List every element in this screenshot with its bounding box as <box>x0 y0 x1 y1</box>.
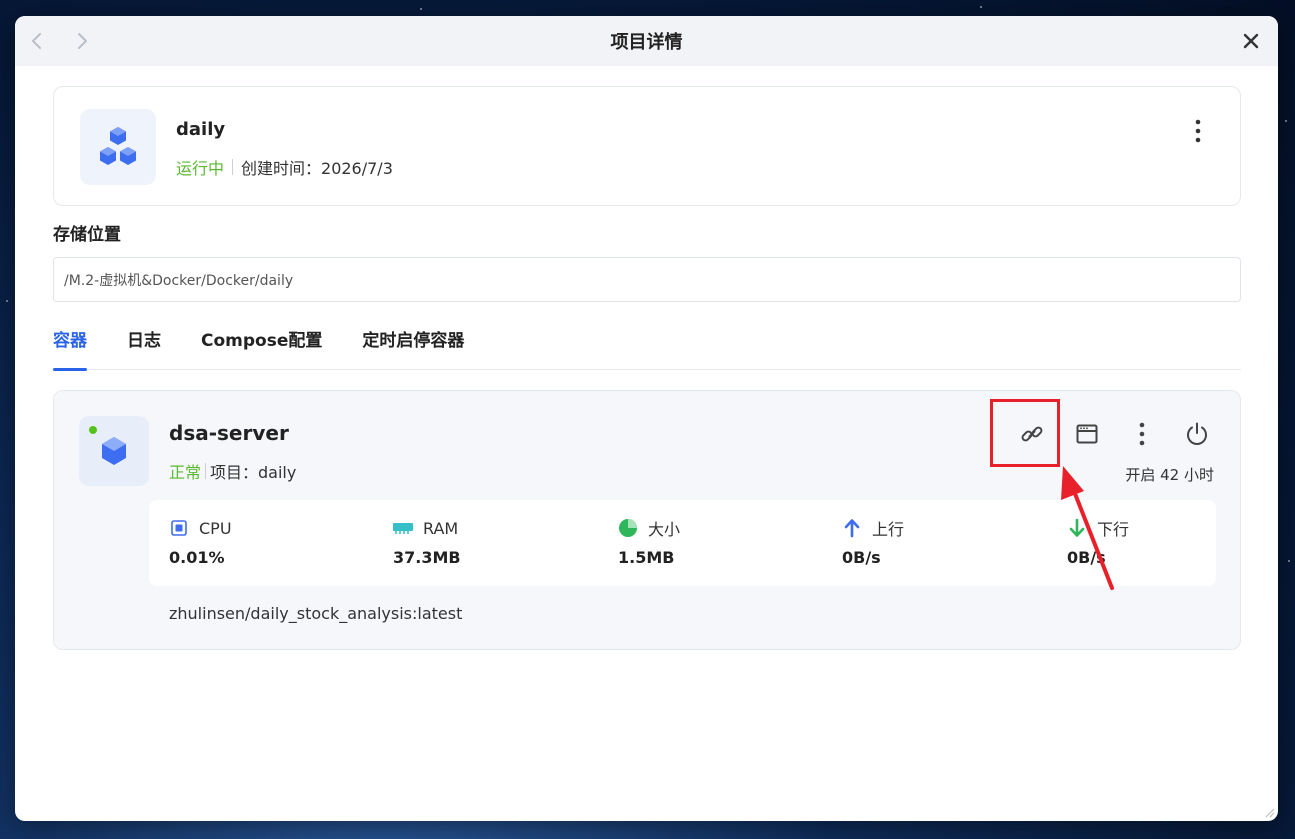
divider <box>232 159 234 175</box>
cube-icon <box>102 437 126 465</box>
arrow-down-icon <box>1067 518 1087 538</box>
stat-label: 上行 <box>872 520 905 539</box>
stat-value: 0.01% <box>169 548 225 567</box>
running-indicator-dot <box>89 426 97 434</box>
chevron-right-icon <box>78 33 87 49</box>
close-button[interactable] <box>1238 28 1264 54</box>
annotation-highlight-box <box>990 399 1060 467</box>
project-created-time: 创建时间：2026/7/3 <box>241 159 393 178</box>
container-project: 项目：daily <box>210 463 297 482</box>
terminal-window-icon <box>1076 424 1098 444</box>
cpu-chip-icon <box>169 518 189 538</box>
chevron-left-icon <box>32 33 41 49</box>
stat-size: 大小 1.5MB <box>618 517 680 567</box>
close-icon <box>1243 33 1259 49</box>
window-title: 项目详情 <box>610 32 683 53</box>
forward-button[interactable] <box>70 29 94 53</box>
tab-logs[interactable]: 日志 <box>127 326 161 370</box>
stat-value: 1.5MB <box>618 548 675 567</box>
container-status: 正常 <box>169 463 202 482</box>
project-name: daily <box>176 119 226 140</box>
resize-grip-icon[interactable] <box>1263 806 1275 818</box>
container-meta: 正常 项目：daily <box>169 459 296 483</box>
stat-ram: RAM 37.3MB <box>393 517 461 567</box>
stat-label: 下行 <box>1097 520 1130 539</box>
memory-module-icon <box>393 518 413 538</box>
more-vertical-icon <box>1195 119 1201 143</box>
container-name: dsa-server <box>169 421 289 445</box>
project-card: daily 运行中 创建时间：2026/7/3 <box>53 86 1241 206</box>
stat-label: RAM <box>423 518 459 538</box>
divider <box>205 463 207 479</box>
storage-label: 存储位置 <box>53 225 121 245</box>
arrow-up-icon <box>842 518 862 538</box>
project-more-button[interactable] <box>1188 117 1208 145</box>
stat-label: 大小 <box>648 520 681 539</box>
tab-compose-config[interactable]: Compose配置 <box>201 326 322 370</box>
stat-value: 37.3MB <box>393 548 461 567</box>
project-meta: 运行中 创建时间：2026/7/3 <box>176 155 393 179</box>
stat-cpu: CPU 0.01% <box>169 517 232 568</box>
title-bar: 项目详情 <box>15 16 1278 66</box>
stat-value: 0B/s <box>1067 548 1106 567</box>
stat-label: CPU <box>199 518 232 538</box>
more-vertical-icon <box>1139 422 1145 446</box>
container-stats-panel: CPU 0.01% RAM 37.3MB 大小 1.5MB 上行 0B/s 下行… <box>149 500 1216 586</box>
stat-download: 下行 0B/s <box>1067 517 1129 567</box>
container-card[interactable]: dsa-server 正常 项目：daily 开启 42 小时 CPU 0.01… <box>53 390 1241 650</box>
storage-path-input[interactable] <box>53 257 1241 302</box>
power-icon <box>1187 422 1207 445</box>
project-status: 运行中 <box>176 159 225 178</box>
tab-bar: 容器 日志 Compose配置 定时启停容器 <box>53 326 1241 371</box>
power-button[interactable] <box>1182 419 1212 449</box>
tab-containers[interactable]: 容器 <box>53 326 87 371</box>
stat-upload: 上行 0B/s <box>842 517 904 567</box>
cubes-icon <box>100 127 136 165</box>
container-more-button[interactable] <box>1127 419 1157 449</box>
back-button[interactable] <box>25 29 49 53</box>
container-image-name: zhulinsen/daily_stock_analysis:latest <box>169 604 463 623</box>
project-avatar <box>80 109 156 185</box>
stat-value: 0B/s <box>842 548 881 567</box>
project-detail-window: 项目详情 daily 运行中 创建时间：2026/7/3 存储位置 /M.2-虚… <box>15 16 1278 821</box>
tab-scheduled-start-stop[interactable]: 定时启停容器 <box>362 326 464 370</box>
content-area: daily 运行中 创建时间：2026/7/3 存储位置 容器 日志 Compo… <box>53 86 1241 650</box>
open-console-button[interactable] <box>1072 419 1102 449</box>
container-uptime: 开启 42 小时 <box>1125 466 1214 484</box>
pie-chart-icon <box>618 518 638 538</box>
container-avatar <box>79 416 149 486</box>
